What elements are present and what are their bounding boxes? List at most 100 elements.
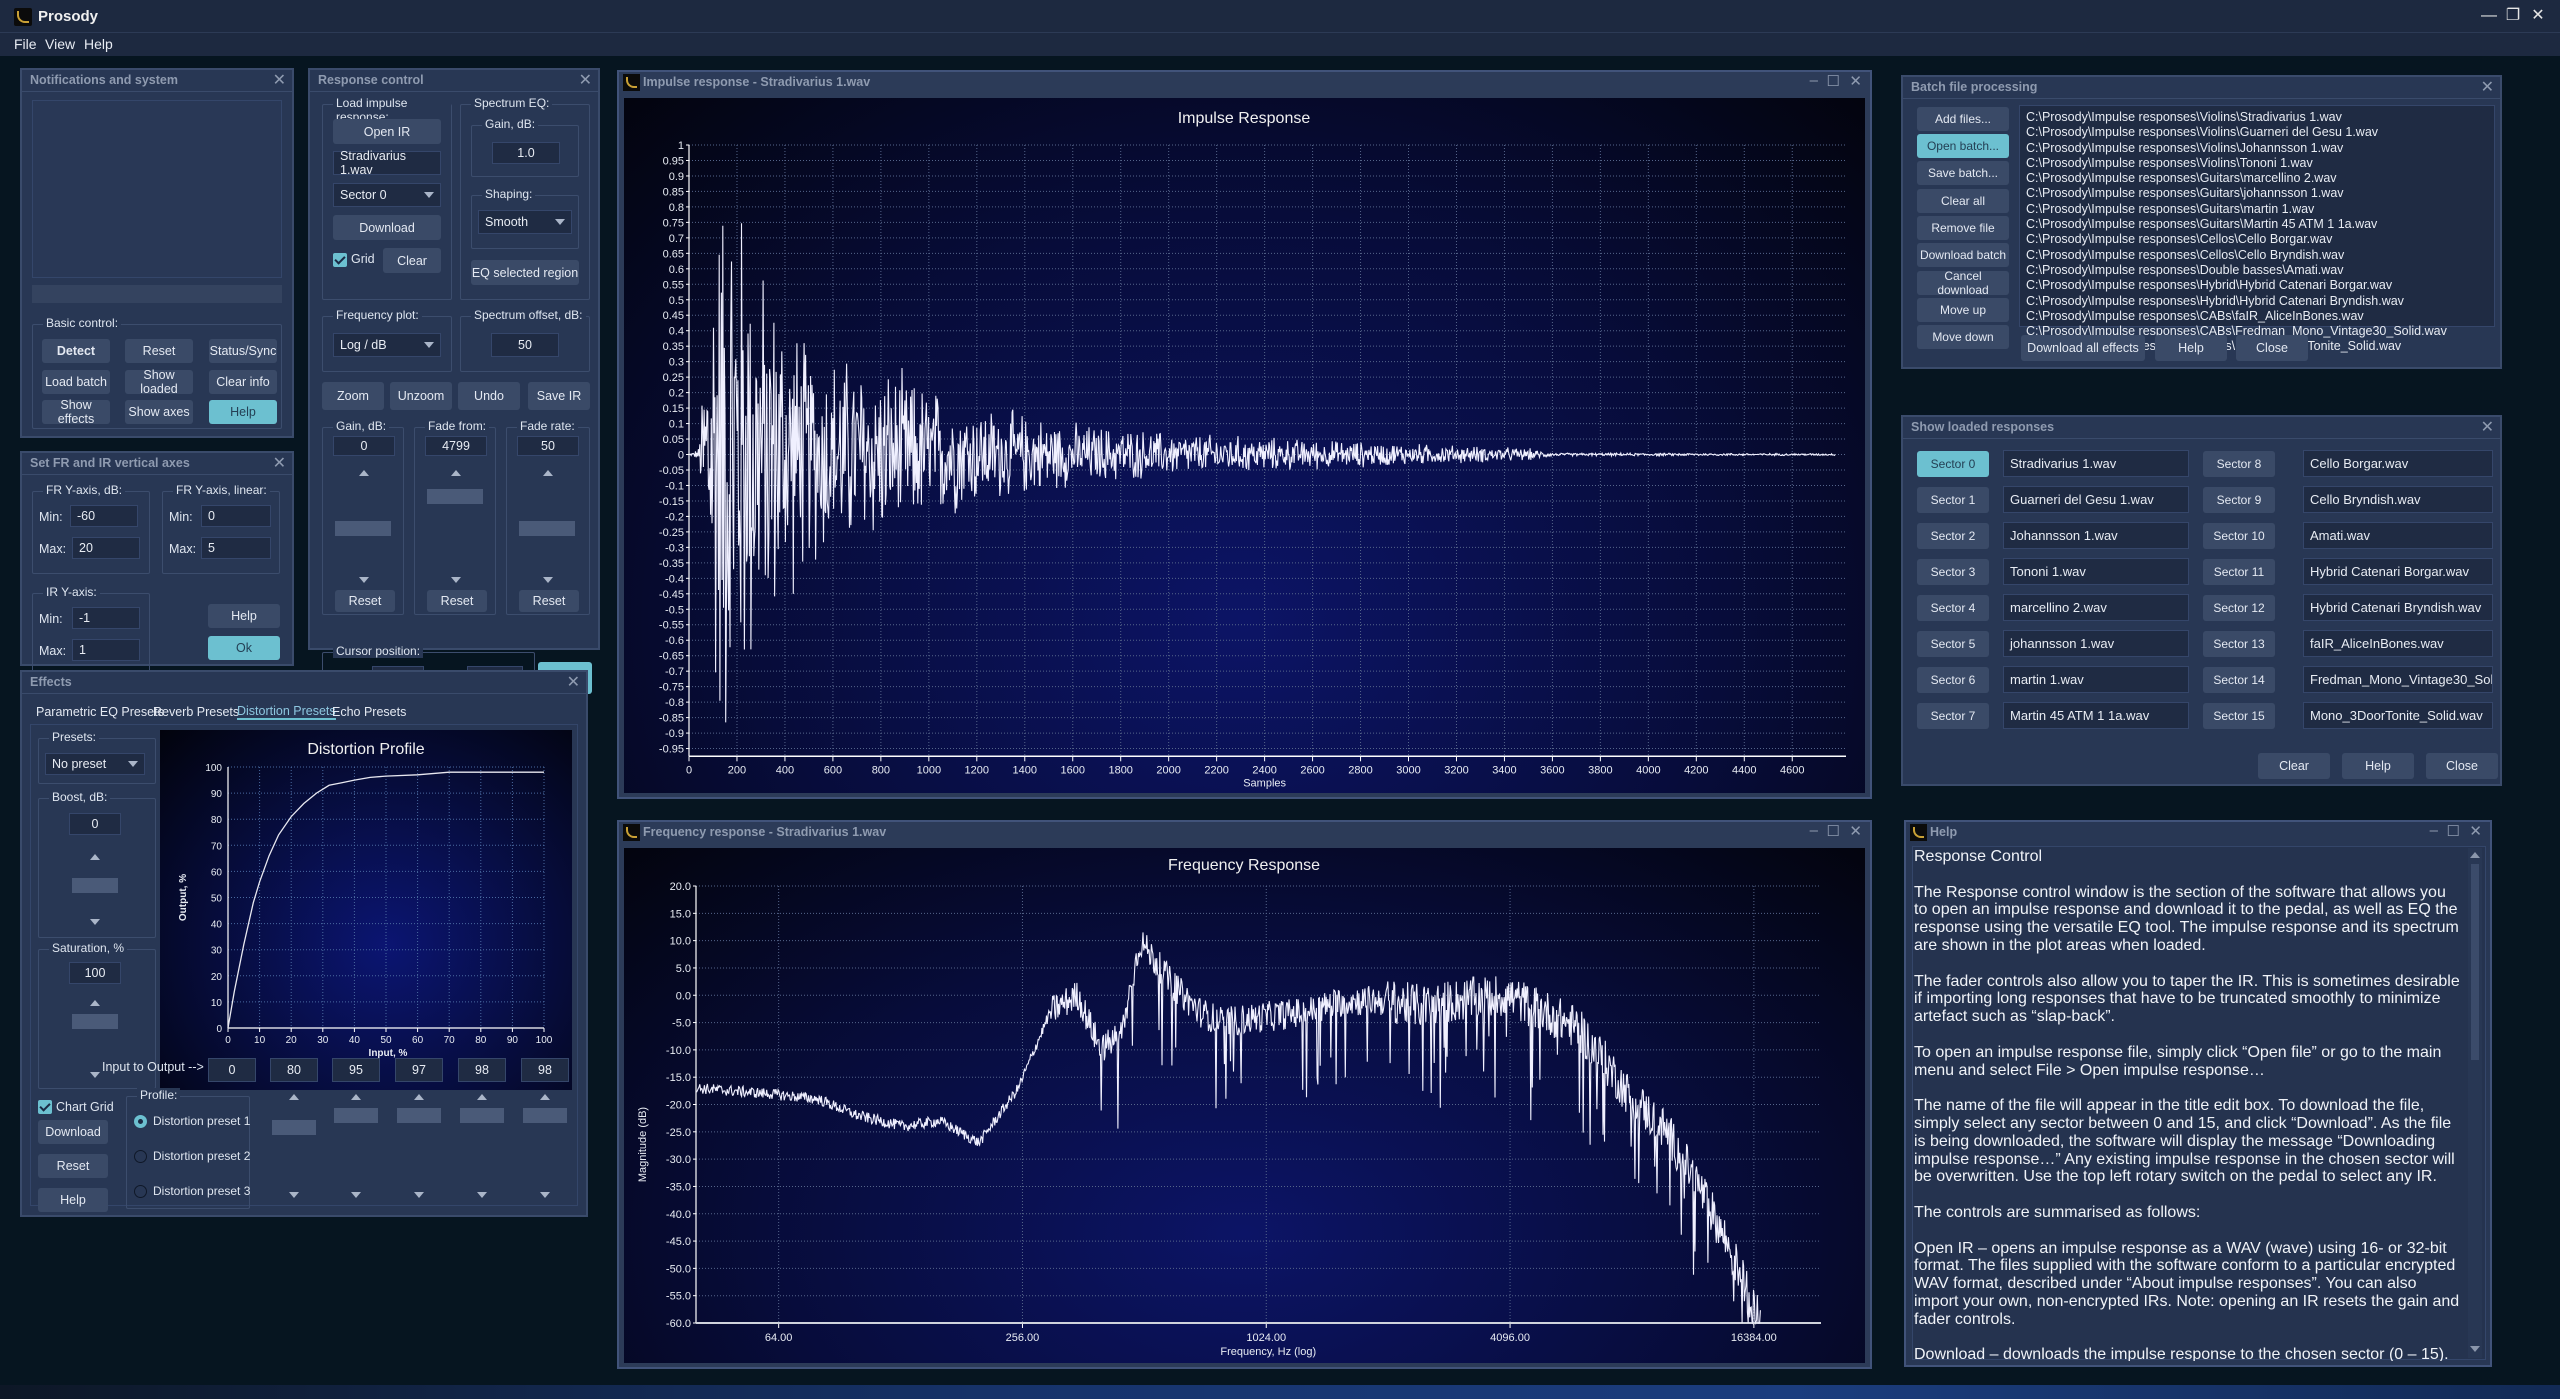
batch-file-list[interactable]: C:\Prosody\Impulse responses\Violins\Str… xyxy=(2019,105,2495,353)
zoom-button[interactable]: Zoom xyxy=(322,382,384,410)
show-loaded-button[interactable]: Show loaded xyxy=(125,368,193,396)
down-arrow-icon[interactable] xyxy=(543,577,553,583)
shaping-select[interactable]: Smooth xyxy=(478,210,572,234)
fade-from-reset-button[interactable]: Reset xyxy=(427,590,487,612)
axes-help-button[interactable]: Help xyxy=(208,604,280,628)
io-slider-thumb[interactable] xyxy=(460,1108,504,1123)
save-ir-button[interactable]: Save IR xyxy=(528,382,590,410)
sector-3-button[interactable]: Sector 3 xyxy=(1917,559,1989,585)
axes-ok-button[interactable]: Ok xyxy=(208,636,280,660)
sector-0-file-field[interactable]: Stradivarius 1.wav xyxy=(2003,450,2189,477)
close-icon[interactable]: ✕ xyxy=(2469,822,2482,840)
sector-2-file-field[interactable]: Johannsson 1.wav xyxy=(2003,522,2189,549)
batch-remove-file-button[interactable]: Remove file xyxy=(1917,216,2009,240)
fade-from-thumb[interactable] xyxy=(427,489,483,504)
io-value-field[interactable]: 98 xyxy=(458,1058,506,1082)
fade-rate-reset-button[interactable]: Reset xyxy=(519,590,579,612)
io-slider-thumb[interactable] xyxy=(523,1108,567,1123)
down-arrow-icon[interactable] xyxy=(289,1192,299,1198)
up-arrow-icon[interactable] xyxy=(543,470,553,476)
batch-file-item[interactable]: C:\Prosody\Impulse responses\Violins\Str… xyxy=(2026,110,2488,125)
scrollbar-thumb[interactable] xyxy=(2471,864,2479,1060)
close-icon[interactable]: ✕ xyxy=(1849,822,1862,840)
spectrum-offset-field[interactable]: 50 xyxy=(491,333,559,357)
batch-file-item[interactable]: C:\Prosody\Impulse responses\Cellos\Cell… xyxy=(2026,232,2488,247)
sector-14-file-field[interactable]: Fredman_Mono_Vintage30_Solid.wav xyxy=(2303,666,2493,693)
sector-2-button[interactable]: Sector 2 xyxy=(1917,523,1989,549)
sector-11-button[interactable]: Sector 11 xyxy=(2203,559,2275,585)
down-arrow-icon[interactable] xyxy=(90,919,100,925)
sector-6-file-field[interactable]: martin 1.wav xyxy=(2003,666,2189,693)
sector-select[interactable]: Sector 0 xyxy=(333,183,441,207)
sector-15-file-field[interactable]: Mono_3DoorTonite_Solid.wav xyxy=(2303,702,2493,729)
up-arrow-icon[interactable] xyxy=(289,1094,299,1100)
sector-10-file-field[interactable]: Amati.wav xyxy=(2303,522,2493,549)
scroll-down-icon[interactable] xyxy=(2470,1346,2480,1352)
maximize-icon[interactable]: ☐ xyxy=(1827,72,1840,90)
sector-10-button[interactable]: Sector 10 xyxy=(2203,523,2275,549)
sector-5-file-field[interactable]: johannsson 1.wav xyxy=(2003,630,2189,657)
down-arrow-icon[interactable] xyxy=(90,1072,100,1078)
gain-reset-button[interactable]: Reset xyxy=(335,590,395,612)
loaded-help-button[interactable]: Help xyxy=(2342,753,2414,779)
batch-file-item[interactable]: C:\Prosody\Impulse responses\Guitars\Mar… xyxy=(2026,217,2488,232)
boost-value[interactable]: 0 xyxy=(69,813,121,835)
batch-help-button[interactable]: Help xyxy=(2155,335,2227,361)
batch-close-button[interactable]: Close xyxy=(2236,335,2308,361)
batch-file-item[interactable]: C:\Prosody\Impulse responses\Cellos\Cell… xyxy=(2026,248,2488,263)
restore-icon[interactable]: ❐ xyxy=(2502,6,2524,26)
io-value-field[interactable]: 97 xyxy=(395,1058,443,1082)
close-icon[interactable]: ✕ xyxy=(273,70,286,90)
down-arrow-icon[interactable] xyxy=(540,1192,550,1198)
io-slider-thumb[interactable] xyxy=(397,1108,441,1123)
download-button[interactable]: Download xyxy=(333,215,441,240)
open-ir-button[interactable]: Open IR xyxy=(333,119,441,144)
up-arrow-icon[interactable] xyxy=(351,1094,361,1100)
sector-5-button[interactable]: Sector 5 xyxy=(1917,631,1989,657)
scroll-up-icon[interactable] xyxy=(2470,852,2480,858)
sector-11-file-field[interactable]: Hybrid Catenari Borgar.wav xyxy=(2303,558,2493,585)
status-sync-button[interactable]: Status/Sync xyxy=(209,339,277,363)
io-value-field[interactable]: 95 xyxy=(332,1058,380,1082)
up-arrow-icon[interactable] xyxy=(451,470,461,476)
sector-4-button[interactable]: Sector 4 xyxy=(1917,595,1989,621)
effects-reset-button[interactable]: Reset xyxy=(38,1154,108,1178)
batch-move-up-button[interactable]: Move up xyxy=(1917,298,2009,322)
io-slider-thumb[interactable] xyxy=(272,1120,316,1135)
ir-min-field[interactable]: -1 xyxy=(72,607,140,629)
chart-grid-checkbox[interactable] xyxy=(38,1100,52,1114)
show-axes-button[interactable]: Show axes xyxy=(125,400,193,424)
batch-file-item[interactable]: C:\Prosody\Impulse responses\Guitars\mar… xyxy=(2026,202,2488,217)
effects-download-button[interactable]: Download xyxy=(38,1120,108,1144)
io-value-field[interactable]: 0 xyxy=(208,1058,256,1082)
batch-file-item[interactable]: C:\Prosody\Impulse responses\Guitars\joh… xyxy=(2026,186,2488,201)
sector-13-button[interactable]: Sector 13 xyxy=(2203,631,2275,657)
saturation-value[interactable]: 100 xyxy=(69,962,121,984)
sector-4-file-field[interactable]: marcellino 2.wav xyxy=(2003,594,2189,621)
menu-view[interactable]: View xyxy=(45,36,75,52)
help-scrollbar[interactable] xyxy=(2468,848,2482,1358)
tab-distortion[interactable]: Distortion Presets xyxy=(237,704,336,720)
up-arrow-icon[interactable] xyxy=(414,1094,424,1100)
profile-radio-3[interactable] xyxy=(134,1185,147,1198)
fr-db-min-field[interactable]: -60 xyxy=(70,505,138,527)
fade-rate-thumb[interactable] xyxy=(519,521,575,536)
batch-file-item[interactable]: C:\Prosody\Impulse responses\Violins\Ton… xyxy=(2026,156,2488,171)
close-icon[interactable]: ✕ xyxy=(273,453,286,473)
batch-file-item[interactable]: C:\Prosody\Impulse responses\CABs\faIR_A… xyxy=(2026,309,2488,324)
batch-cancel-download-button[interactable]: Cancel download xyxy=(1917,269,2009,297)
load-batch-button[interactable]: Load batch xyxy=(42,370,110,394)
fade-from-value[interactable]: 4799 xyxy=(425,436,487,456)
sector-1-button[interactable]: Sector 1 xyxy=(1917,487,1989,513)
batch-open-batch-button[interactable]: Open batch... xyxy=(1917,134,2009,158)
close-icon[interactable]: ✕ xyxy=(2481,77,2494,97)
saturation-slider-thumb[interactable] xyxy=(72,1014,118,1029)
help-button[interactable]: Help xyxy=(209,400,277,424)
close-icon[interactable]: ✕ xyxy=(567,672,580,692)
batch-save-batch-button[interactable]: Save batch... xyxy=(1917,161,2009,185)
batch-move-down-button[interactable]: Move down xyxy=(1917,325,2009,349)
show-effects-button[interactable]: Show effects xyxy=(42,398,110,426)
sector-13-file-field[interactable]: faIR_AliceInBones.wav xyxy=(2303,630,2493,657)
sector-14-button[interactable]: Sector 14 xyxy=(2203,667,2275,693)
down-arrow-icon[interactable] xyxy=(359,577,369,583)
